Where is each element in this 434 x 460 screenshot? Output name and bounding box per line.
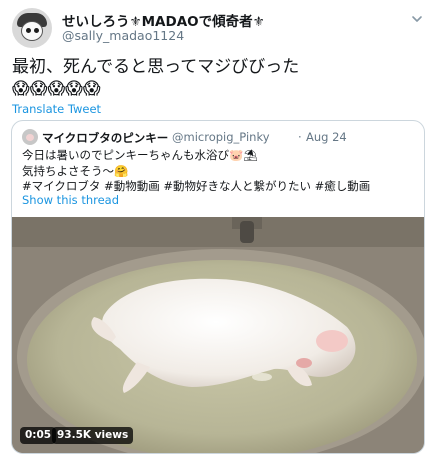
author-avatar[interactable] — [12, 8, 52, 48]
quoted-text-line: 今日は暑いのでピンキーちゃんも水浴び🐷⛱ — [22, 148, 258, 162]
faucet — [240, 221, 254, 243]
avatar-face — [21, 21, 43, 41]
piglet-ear — [316, 330, 348, 352]
video-frame — [12, 217, 424, 453]
show-thread-link[interactable]: Show this thread — [22, 193, 119, 207]
video-view-count: 93.5K views — [52, 427, 134, 444]
quoted-text-line: 気持ちよさそう〜🤗 — [22, 164, 129, 178]
tweet-text: 最初、死んでると思ってマジびびった — [12, 57, 300, 77]
author-display-name[interactable]: せいしろう⚜MADAOで傾奇者⚜ — [62, 10, 265, 30]
quoted-separator: · — [298, 130, 302, 144]
translate-tweet-link[interactable]: Translate Tweet — [12, 102, 101, 116]
quoted-author-avatar — [22, 129, 38, 145]
video-player[interactable]: 0:05 93.5K views — [12, 217, 424, 453]
video-timecode: 0:05 — [20, 427, 57, 444]
quoted-hashtags-line: #マイクロブタ #動物動画 #動物好きな人と繋がりたい #癒し動画 — [22, 179, 371, 193]
avatar-eye-right — [34, 28, 39, 33]
quoted-tweet[interactable]: マイクロブタのピンキー @micropig_Pinky · Aug 24 今日は… — [11, 120, 425, 454]
quoted-date: Aug 24 — [306, 130, 347, 144]
quoted-author-name: マイクロブタのピンキー — [42, 131, 169, 145]
quoted-author-handle: @micropig_Pinky — [172, 130, 270, 144]
avatar-eye-left — [26, 28, 31, 33]
piglet-snout — [296, 358, 312, 368]
tweet-emojis: 😱😱😱😱😱 — [12, 79, 101, 99]
tweet-card: せいしろう⚜MADAOで傾奇者⚜ @sally_madao1124 最初、死んで… — [0, 0, 434, 460]
author-handle[interactable]: @sally_madao1124 — [62, 28, 184, 43]
chevron-down-icon[interactable] — [410, 12, 424, 26]
